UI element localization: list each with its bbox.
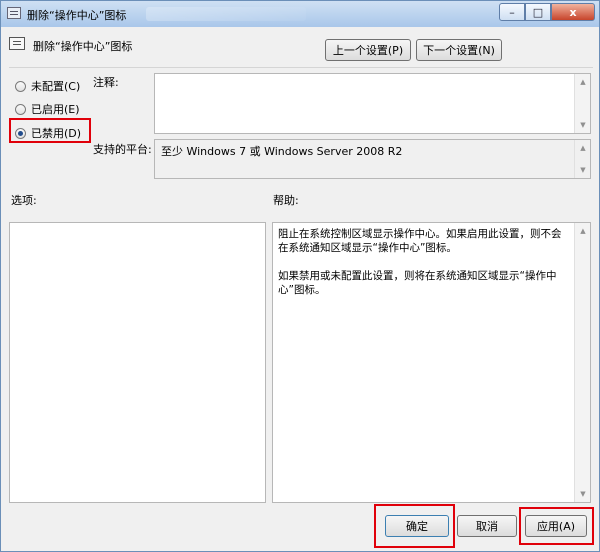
platform-scrollbar[interactable]: ▲ ▼ xyxy=(574,140,590,178)
window-controls: – □ x xyxy=(499,3,595,21)
radio-enabled[interactable]: 已启用(E) xyxy=(15,101,80,117)
title-bar[interactable]: 删除“操作中心”图标 – □ x xyxy=(1,1,599,27)
help-text: 阻止在系统控制区域显示操作中心。如果启用此设置，则不会在系统通知区域显示“操作中… xyxy=(278,227,568,311)
help-paragraph: 阻止在系统控制区域显示操作中心。如果启用此设置，则不会在系统通知区域显示“操作中… xyxy=(278,228,562,254)
previous-setting-button[interactable]: 上一个设置(P) xyxy=(325,39,411,61)
radio-not-configured-dot[interactable] xyxy=(15,80,26,92)
maximize-button[interactable]: □ xyxy=(525,3,551,21)
platform-field: 至少 Windows 7 或 Windows Server 2008 R2 ▲ … xyxy=(154,139,591,179)
window-title: 删除“操作中心”图标 xyxy=(27,9,127,22)
comment-label: 注释: xyxy=(93,76,119,89)
close-button[interactable]: x xyxy=(551,3,595,21)
next-setting-button[interactable]: 下一个设置(N) xyxy=(416,39,502,61)
cancel-button[interactable]: 取消 xyxy=(457,515,517,537)
apply-highlight-box xyxy=(519,507,594,545)
scroll-down-icon[interactable]: ▼ xyxy=(575,163,591,177)
minimize-button[interactable]: – xyxy=(499,3,525,21)
help-label: 帮助: xyxy=(273,194,299,207)
scroll-up-icon[interactable]: ▲ xyxy=(575,75,591,89)
scroll-up-icon[interactable]: ▲ xyxy=(575,141,591,155)
radio-not-configured-label: 未配置(C) xyxy=(31,80,81,93)
ok-highlight-box xyxy=(374,504,455,548)
options-panel xyxy=(9,222,266,503)
policy-icon xyxy=(7,7,21,19)
scroll-up-icon[interactable]: ▲ xyxy=(575,224,591,238)
help-panel: 阻止在系统控制区域显示操作中心。如果启用此设置，则不会在系统通知区域显示“操作中… xyxy=(272,222,591,503)
comment-scrollbar[interactable]: ▲ ▼ xyxy=(574,74,590,133)
platform-label: 支持的平台: xyxy=(93,143,152,156)
policy-name: 删除“操作中心”图标 xyxy=(33,40,133,53)
header-separator xyxy=(9,67,593,68)
platform-value: 至少 Windows 7 或 Windows Server 2008 R2 xyxy=(161,145,403,158)
comment-textarea[interactable]: ▲ ▼ xyxy=(154,73,591,134)
radio-enabled-label: 已启用(E) xyxy=(31,103,80,116)
radio-enabled-dot[interactable] xyxy=(15,103,26,115)
policy-setting-icon xyxy=(9,37,25,50)
radio-not-configured[interactable]: 未配置(C) xyxy=(15,78,80,94)
options-label: 选项: xyxy=(11,194,37,207)
help-paragraph: 如果禁用或未配置此设置，则将在系统通知区域显示“操作中心”图标。 xyxy=(278,270,557,296)
scroll-down-icon[interactable]: ▼ xyxy=(575,487,591,501)
scroll-down-icon[interactable]: ▼ xyxy=(575,118,591,132)
disabled-highlight-box xyxy=(9,118,91,143)
policy-dialog: 删除“操作中心”图标 – □ x 删除“操作中心”图标 上一个设置(P) 下一个… xyxy=(0,0,600,552)
help-scrollbar[interactable]: ▲ ▼ xyxy=(574,223,590,502)
titlebar-ghost xyxy=(146,7,306,21)
